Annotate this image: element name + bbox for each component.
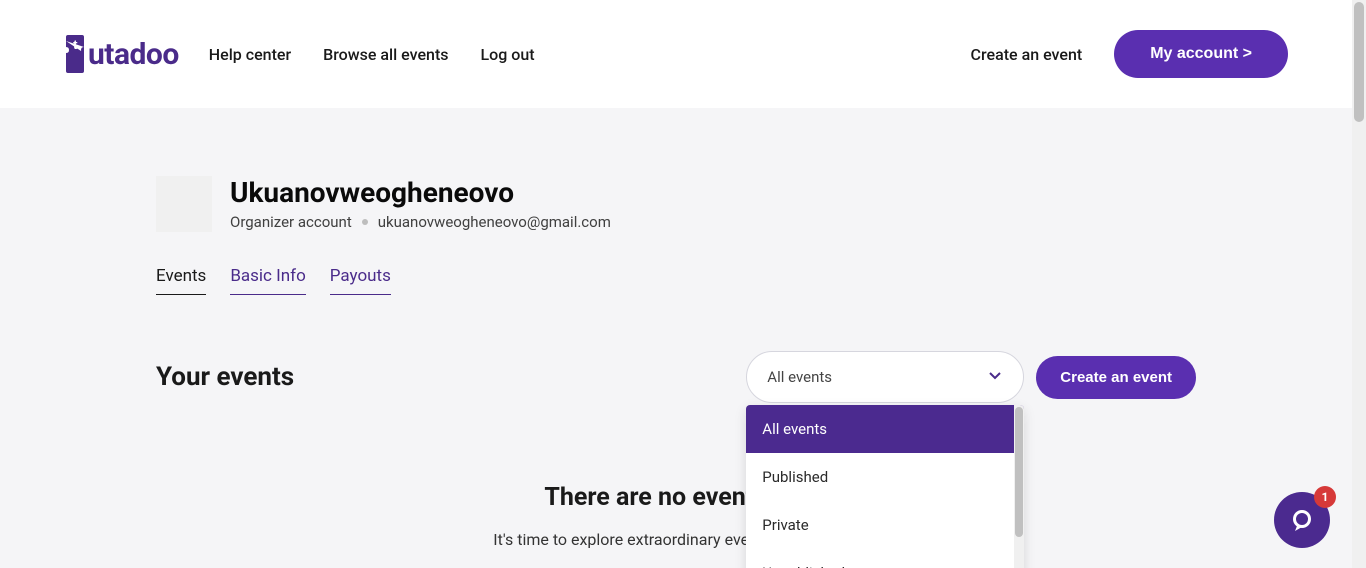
page-scrollbar[interactable] — [1352, 0, 1366, 568]
dropdown-scrollbar[interactable] — [1014, 405, 1024, 568]
create-event-button[interactable]: Create an event — [1036, 356, 1196, 399]
chat-badge: 1 — [1314, 486, 1336, 508]
profile-role: Organizer account — [230, 213, 352, 231]
dropdown-toggle[interactable]: All events — [746, 351, 1024, 403]
empty-title: There are no events yet — [156, 483, 1196, 512]
logo-text: utadoo — [88, 37, 179, 72]
profile-name: Ukuanovweogheneovo — [230, 176, 611, 209]
chat-widget-button[interactable]: 1 — [1274, 492, 1330, 548]
main-content: Ukuanovweogheneovo Organizer account uku… — [156, 108, 1196, 568]
tab-basic-info[interactable]: Basic Info — [230, 266, 305, 295]
dropdown-selected-label: All events — [767, 368, 832, 386]
header: t utadoo Help center Browse all events L… — [0, 0, 1352, 108]
nav-links: Help center Browse all events Log out — [209, 45, 535, 64]
empty-state: There are no events yet It's time to exp… — [156, 463, 1196, 568]
events-header-row: Your events All events All events Publis… — [156, 351, 1196, 403]
dropdown-item-unpublished[interactable]: Unpublished — [746, 549, 1024, 568]
avatar — [156, 176, 212, 232]
header-right: Create an event My account > — [971, 30, 1288, 78]
nav-help-center[interactable]: Help center — [209, 45, 291, 64]
create-event-link[interactable]: Create an event — [971, 45, 1083, 64]
my-account-button[interactable]: My account > — [1114, 30, 1288, 78]
logo[interactable]: t utadoo — [64, 33, 179, 75]
tab-events[interactable]: Events — [156, 266, 206, 295]
meta-dot-icon — [362, 219, 368, 225]
dropdown-item-published[interactable]: Published — [746, 453, 1024, 501]
dropdown-menu: All events Published Private Unpublished — [746, 405, 1024, 568]
header-left: t utadoo Help center Browse all events L… — [64, 33, 535, 75]
events-controls: All events All events Published Private … — [746, 351, 1196, 403]
profile-info: Ukuanovweogheneovo Organizer account uku… — [230, 176, 611, 231]
nav-browse-events[interactable]: Browse all events — [323, 45, 448, 64]
tabs: Events Basic Info Payouts — [156, 266, 1196, 295]
profile-row: Ukuanovweogheneovo Organizer account uku… — [156, 176, 1196, 232]
events-title: Your events — [156, 362, 294, 392]
dropdown-item-all[interactable]: All events — [746, 405, 1024, 453]
profile-meta: Organizer account ukuanovweogheneovo@gma… — [230, 213, 611, 231]
empty-subtitle: It's time to explore extraordinary event… — [156, 530, 1196, 549]
chat-bubble-icon — [1289, 507, 1315, 533]
dropdown-item-private[interactable]: Private — [746, 501, 1024, 549]
nav-logout[interactable]: Log out — [481, 45, 535, 64]
tab-payouts[interactable]: Payouts — [330, 266, 391, 295]
profile-email: ukuanovweogheneovo@gmail.com — [378, 213, 611, 231]
events-filter-dropdown: All events All events Published Private … — [746, 351, 1024, 403]
chevron-down-icon — [987, 367, 1003, 387]
logo-ticket-icon: t — [64, 33, 86, 75]
